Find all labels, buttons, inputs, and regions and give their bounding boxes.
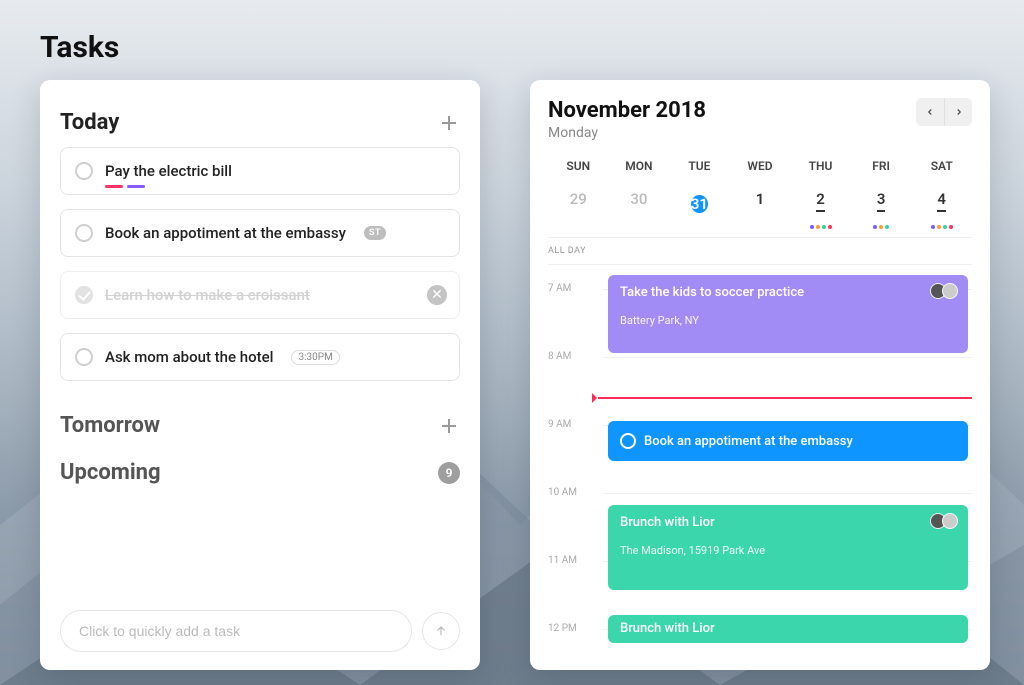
task-title: Pay the electric bill [105, 162, 232, 180]
calendar-date[interactable]: 29 [548, 183, 609, 231]
task-item[interactable]: Learn how to make a croissant ✕ [60, 271, 460, 319]
calendar-timeline: 7 AM 8 AM 9 AM 10 AM 11 AM 12 PM Take th… [548, 265, 972, 645]
task-item[interactable]: Book an appotiment at the embassy ST [60, 209, 460, 257]
task-title: Learn how to make a croissant [105, 286, 310, 304]
allday-row: ALL DAY [548, 237, 972, 265]
calendar-nav [916, 98, 972, 126]
section-today-header: Today [60, 110, 460, 135]
task-item[interactable]: Ask mom about the hotel 3:30PM [60, 333, 460, 381]
calendar-event[interactable]: Brunch with Lior [608, 615, 968, 643]
quick-add-row [60, 610, 460, 652]
task-item[interactable]: Pay the electric bill [60, 147, 460, 195]
current-time-indicator [598, 397, 972, 399]
time-label: 10 AM [548, 487, 577, 498]
quick-add-input[interactable] [60, 610, 412, 652]
calendar-month-title: November 2018 [548, 98, 706, 123]
tasks-panel: Today Pay the electric bill Book an appo… [40, 80, 480, 670]
calendar-date[interactable]: 3 [851, 183, 912, 231]
section-today-title: Today [60, 110, 119, 135]
arrow-up-icon [434, 624, 448, 638]
task-title: Ask mom about the hotel [105, 348, 273, 366]
section-tomorrow-title: Tomorrow [60, 413, 160, 438]
event-avatars [934, 513, 958, 529]
task-tags [105, 185, 145, 188]
delete-task-button[interactable]: ✕ [427, 285, 447, 305]
calendar-day-names: SUN MON TUE WED THU FRI SAT [548, 159, 972, 173]
task-checkbox[interactable] [75, 286, 93, 304]
calendar-date[interactable]: 30 [609, 183, 670, 231]
upcoming-count-badge: 9 [438, 462, 460, 484]
task-title: Book an appotiment at the embassy [105, 224, 346, 242]
quick-add-submit-button[interactable] [422, 612, 460, 650]
calendar-date[interactable]: 4 [911, 183, 972, 231]
task-time-badge: 3:30PM [291, 350, 339, 365]
add-task-today-button[interactable] [438, 112, 460, 134]
calendar-date[interactable]: 1 [730, 183, 791, 231]
page-title: Tasks [40, 30, 119, 65]
section-upcoming-header[interactable]: Upcoming 9 [60, 460, 460, 485]
time-label: 8 AM [548, 351, 571, 362]
section-tomorrow-header[interactable]: Tomorrow [60, 413, 460, 438]
calendar-date[interactable]: 2 [790, 183, 851, 231]
calendar-next-button[interactable] [944, 98, 972, 126]
chevron-left-icon [925, 107, 935, 117]
allday-label: ALL DAY [548, 246, 586, 256]
task-checkbox[interactable] [75, 348, 93, 366]
task-checkbox[interactable] [75, 162, 93, 180]
add-task-tomorrow-button[interactable] [438, 415, 460, 437]
time-label: 9 AM [548, 419, 571, 430]
calendar-event[interactable]: Book an appotiment at the embassy [608, 421, 968, 461]
task-checkbox[interactable] [75, 224, 93, 242]
task-badge: ST [364, 226, 386, 240]
time-label: 7 AM [548, 283, 571, 294]
calendar-event[interactable]: Brunch with Lior The Madison, 15919 Park… [608, 505, 968, 590]
section-upcoming-title: Upcoming [60, 460, 161, 485]
calendar-date-row: 29 30 31 1 2 3 4 [548, 183, 972, 231]
chevron-right-icon [954, 107, 964, 117]
calendar-prev-button[interactable] [916, 98, 944, 126]
time-label: 11 AM [548, 555, 577, 566]
calendar-weekday: Monday [548, 125, 706, 141]
event-avatars [934, 283, 958, 299]
time-label: 12 PM [548, 623, 577, 634]
event-checkbox-icon [620, 433, 636, 449]
calendar-event[interactable]: Take the kids to soccer practice Battery… [608, 275, 968, 353]
calendar-date-selected[interactable]: 31 [669, 183, 730, 231]
calendar-panel: November 2018 Monday SUN MON TUE WED THU… [530, 80, 990, 670]
